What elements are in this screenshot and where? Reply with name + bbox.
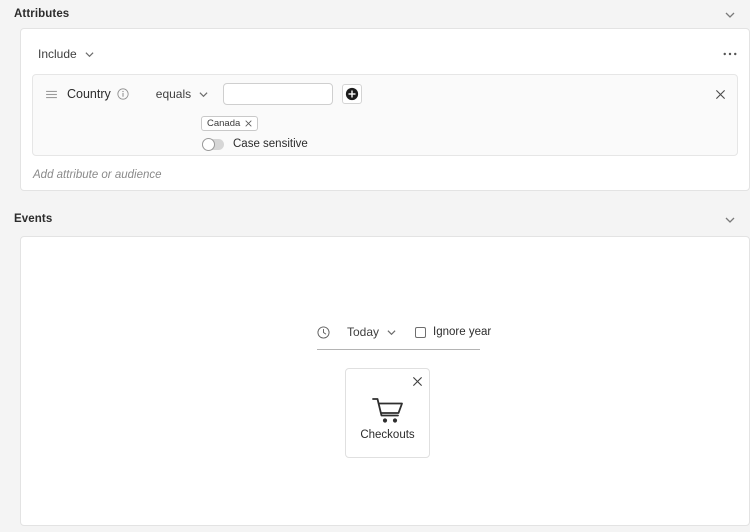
attributes-collapse-toggle[interactable] (718, 3, 740, 25)
case-sensitive-toggle[interactable] (202, 137, 224, 151)
attribute-rule-card: Country equals Canada Case sensitive (32, 74, 738, 156)
attribute-value-input[interactable] (223, 83, 334, 105)
event-section-divider (317, 349, 480, 350)
attribute-name-label: Country (67, 87, 111, 101)
event-card-label: Checkouts (360, 429, 415, 441)
operator-dropdown[interactable]: equals (151, 84, 213, 104)
close-icon (715, 89, 726, 100)
info-icon[interactable] (117, 88, 129, 100)
close-icon[interactable] (245, 120, 252, 127)
add-attribute-or-audience-row[interactable]: Add attribute or audience (33, 169, 162, 181)
value-chip-label: Canada (207, 118, 241, 129)
remove-attribute-button[interactable] (712, 86, 728, 102)
close-icon (412, 376, 423, 387)
include-dropdown-label: Include (38, 47, 77, 61)
date-range-label: Today (347, 325, 380, 339)
case-sensitive-label: Case sensitive (233, 138, 308, 150)
attributes-title: Attributes (14, 8, 70, 20)
add-value-button[interactable] (342, 84, 363, 104)
events-section-header: Events (0, 205, 750, 233)
attributes-panel: Include Country equals Canada Case sensi… (20, 28, 750, 191)
ignore-year-label: Ignore year (433, 326, 492, 338)
chevron-down-icon (387, 328, 396, 337)
chevron-down-icon (199, 90, 208, 99)
checkbox-unchecked-icon[interactable] (415, 326, 427, 338)
chevron-down-icon (85, 50, 94, 59)
attributes-more-options-button[interactable] (719, 44, 741, 64)
attribute-value-chips: Canada (201, 115, 259, 131)
chevron-down-icon (725, 10, 734, 19)
include-row: Include (33, 41, 749, 67)
clock-icon (317, 325, 330, 339)
drag-handle-icon[interactable] (44, 87, 58, 101)
value-chip[interactable]: Canada (201, 116, 259, 131)
event-card-checkouts[interactable]: Checkouts (345, 368, 430, 458)
case-sensitive-row[interactable]: Case sensitive (202, 137, 308, 151)
operator-dropdown-label: equals (155, 87, 192, 101)
include-dropdown[interactable]: Include (33, 44, 99, 64)
attribute-rule-row: Country equals (33, 75, 737, 113)
plus-circle-icon (345, 87, 359, 101)
ignore-year-control[interactable]: Ignore year (415, 326, 491, 338)
event-date-filter-row: Today Ignore year (317, 322, 491, 342)
events-collapse-toggle[interactable] (718, 208, 740, 230)
toggle-knob (202, 137, 215, 151)
chevron-down-icon (725, 215, 734, 224)
events-panel: Today Ignore year Checkouts (20, 236, 750, 526)
date-range-dropdown[interactable]: Today (342, 322, 401, 342)
attributes-section-header: Attributes (0, 0, 750, 28)
remove-event-button[interactable] (410, 374, 424, 388)
events-title: Events (14, 213, 53, 225)
shopping-cart-icon (371, 396, 404, 426)
